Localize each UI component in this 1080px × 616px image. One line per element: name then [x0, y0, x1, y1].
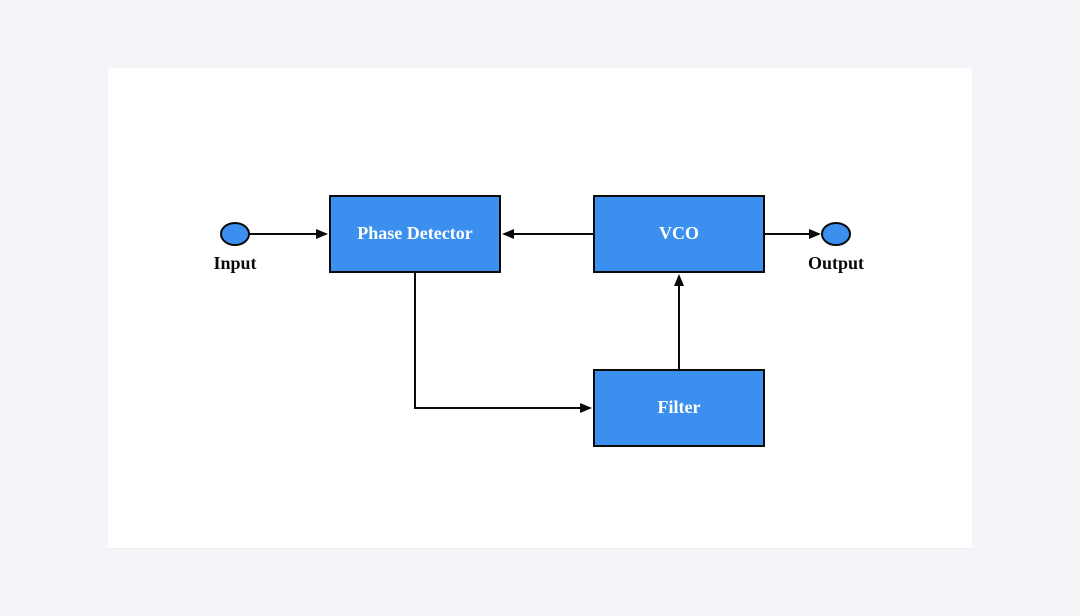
- pll-block-diagram: Input Output Phase Detector VCO Filter: [108, 68, 972, 548]
- page-background: Input Output Phase Detector VCO Filter: [0, 0, 1080, 616]
- input-node: Input: [213, 223, 256, 273]
- output-ellipse-icon: [822, 223, 850, 245]
- phase-detector-block: Phase Detector: [330, 196, 500, 272]
- filter-block: Filter: [594, 370, 764, 446]
- output-node: Output: [808, 223, 864, 273]
- input-label: Input: [213, 253, 256, 273]
- arrow-phase-detector-to-filter: [415, 272, 590, 408]
- vco-label: VCO: [659, 223, 699, 243]
- output-label: Output: [808, 253, 864, 273]
- filter-label: Filter: [658, 397, 701, 417]
- diagram-card: Input Output Phase Detector VCO Filter: [108, 68, 972, 548]
- phase-detector-label: Phase Detector: [357, 223, 472, 243]
- vco-block: VCO: [594, 196, 764, 272]
- input-ellipse-icon: [221, 223, 249, 245]
